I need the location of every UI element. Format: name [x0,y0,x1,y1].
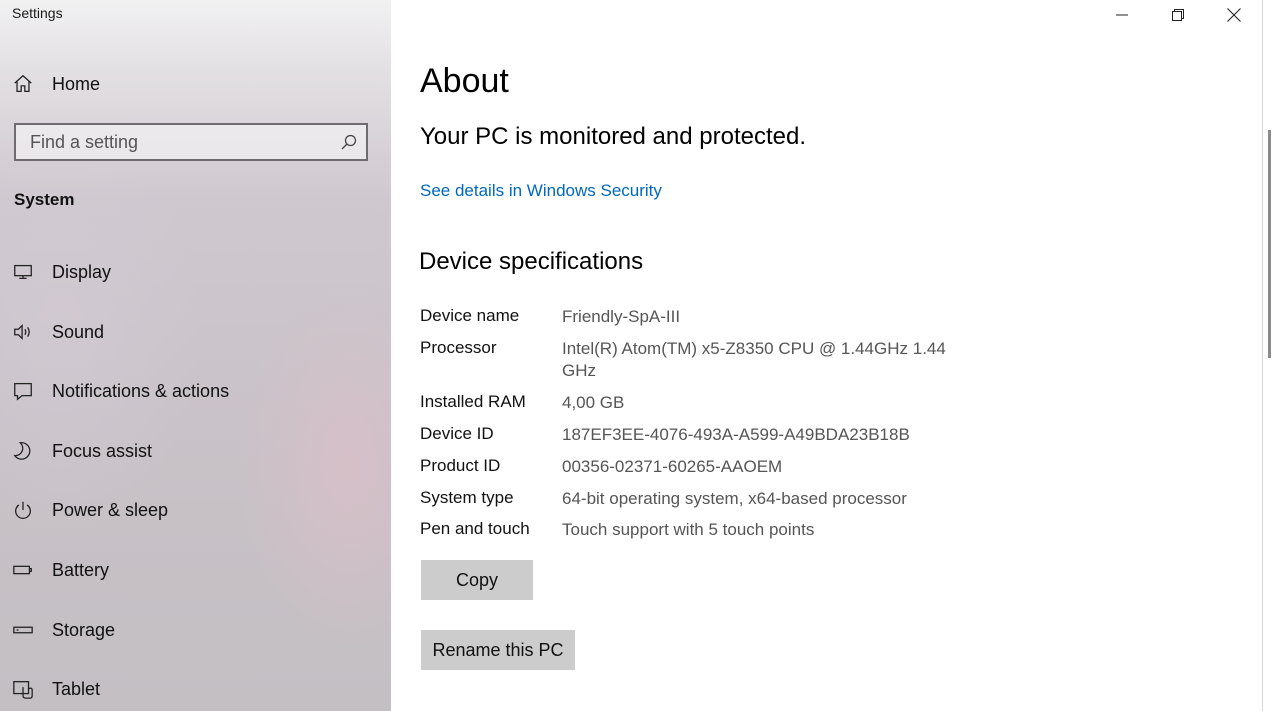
vertical-scrollbar[interactable] [1262,0,1277,711]
home-icon [11,72,35,96]
spec-value: 4,00 GB [562,393,625,412]
rename-pc-button[interactable]: Rename this PC [421,630,575,670]
close-icon [1227,8,1241,22]
sidebar-item-label: Notifications & actions [52,380,230,401]
spec-label: Device ID [420,424,494,443]
tablet-icon [11,677,35,701]
sidebar-item-focus-assist[interactable]: Focus assist [0,429,391,473]
monitor-icon [11,260,35,284]
sidebar: Settings Home System Display [0,0,391,711]
sidebar-item-label: Power & sleep [52,499,169,520]
spec-value: 187EF3EE-4076-493A-A599-A49BDA23B18B [562,425,910,444]
sidebar-item-label: Focus assist [52,440,153,461]
sidebar-item-label: Storage [52,619,116,640]
sidebar-item-sound[interactable]: Sound [0,310,391,354]
spec-value: Friendly-SpA-III [562,307,681,326]
restore-icon [1172,9,1184,21]
minimize-button[interactable] [1099,0,1145,30]
battery-icon [11,558,35,582]
close-button[interactable] [1211,0,1257,30]
storage-icon [11,618,35,642]
search-input[interactable] [16,125,340,159]
sidebar-item-tablet[interactable]: Tablet [0,667,391,711]
sidebar-item-notifications[interactable]: Notifications & actions [0,369,391,413]
spec-label: Pen and touch [420,519,530,538]
protection-status: Your PC is monitored and protected. [420,123,807,150]
restore-button[interactable] [1155,0,1201,30]
search-icon[interactable] [340,133,358,151]
search-box[interactable] [14,123,368,161]
sidebar-item-label: Sound [52,321,105,342]
speaker-icon [11,320,35,344]
spec-label: Processor [420,338,497,357]
spec-value: Touch support with 5 touch points [562,520,815,539]
device-specifications-title: Device specifications [419,248,644,275]
moon-icon [11,439,35,463]
power-icon [11,498,35,522]
sidebar-item-label: Tablet [52,678,101,699]
sidebar-item-label: Battery [52,559,110,580]
sidebar-item-display[interactable]: Display [0,250,391,294]
copy-button[interactable]: Copy [421,560,533,600]
sidebar-item-power-sleep[interactable]: Power & sleep [0,488,391,532]
main-content: About Your PC is monitored and protected… [391,0,1263,711]
nav-home[interactable]: Home [0,62,391,106]
spec-label: Device name [420,306,520,325]
spec-label: Product ID [420,456,501,475]
spec-value: 00356-02371-60265-AAOEM [562,457,783,476]
minimize-icon [1116,14,1128,16]
windows-security-link[interactable]: See details in Windows Security [420,181,662,201]
spec-label: Installed RAM [420,392,526,411]
nav-home-label: Home [52,73,101,94]
sidebar-item-battery[interactable]: Battery [0,548,391,592]
spec-value: 64-bit operating system, x64-based proce… [562,489,907,508]
sidebar-item-storage[interactable]: Storage [0,608,391,652]
scrollbar-thumb[interactable] [1268,130,1271,358]
sidebar-item-label: Display [52,261,112,282]
spec-value: Intel(R) Atom(TM) x5-Z8350 CPU @ 1.44GHz… [562,339,946,380]
app-title: Settings [12,5,63,21]
section-header-system: System [14,190,75,209]
message-icon [11,379,35,403]
spec-label: System type [420,488,514,507]
page-title: About [420,62,509,100]
